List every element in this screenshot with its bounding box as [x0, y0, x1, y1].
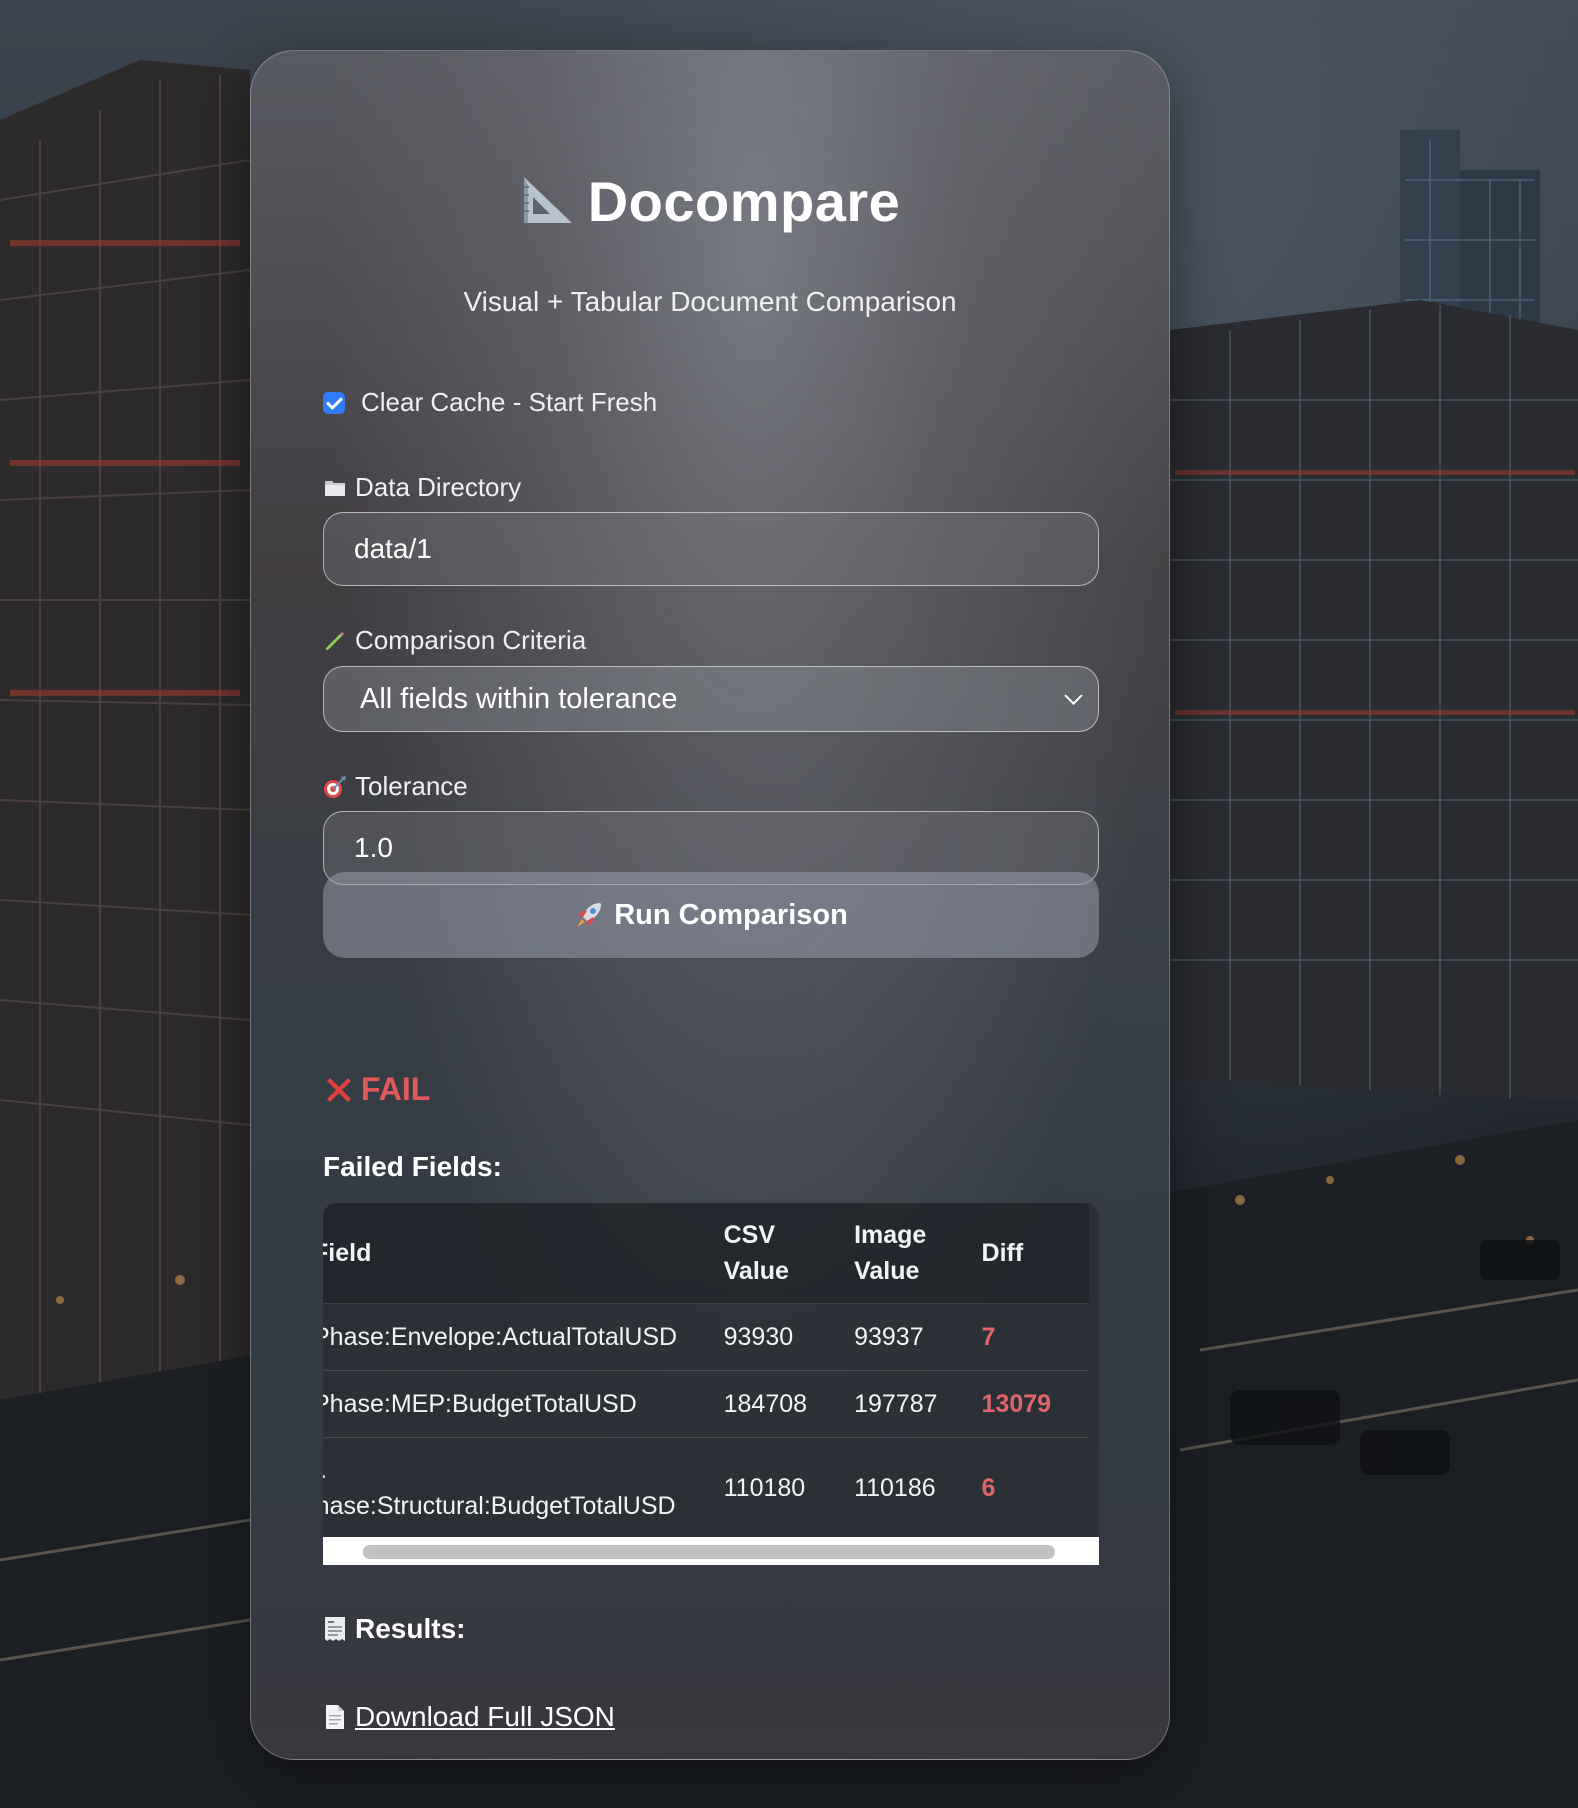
cell-image-value: 110186 [854, 1437, 982, 1537]
comparison-criteria-label: Comparison Criteria [355, 625, 587, 655]
cell-csv-value: 93930 [723, 1303, 855, 1371]
cell-field: Phase:MEP:BudgetTotalUSD [323, 1370, 724, 1438]
failed-fields-table: Field CSV Value Image Value Diff [323, 1203, 1089, 1537]
download-json-link[interactable]: Download Full JSON [355, 1701, 615, 1733]
cell-csv-value: 110180 [723, 1437, 855, 1537]
cell-field: .. Phase:Structural:BudgetTotalUSD [323, 1437, 724, 1537]
cell-field-text: Phase:Structural:BudgetTotalUSD [323, 1492, 676, 1520]
clear-cache-checkbox[interactable] [323, 391, 345, 414]
column-header-diff: Diff [981, 1203, 1089, 1304]
failed-fields-table-container: Field CSV Value Image Value Diff [323, 1203, 1099, 1565]
folder-icon [323, 477, 347, 499]
clear-cache-option[interactable]: Clear Cache - Start Fresh [323, 387, 657, 418]
run-comparison-button[interactable]: Run Comparison [323, 872, 1099, 958]
table-header-row: Field CSV Value Image Value Diff [323, 1203, 1089, 1304]
table-row: Phase:Envelope:ActualTotalUSD 93930 9393… [323, 1303, 1089, 1371]
cell-field-prefix: .. [323, 1456, 327, 1484]
data-directory-value: data/1 [354, 533, 432, 564]
failed-fields-table-viewport[interactable]: Field CSV Value Image Value Diff [323, 1203, 1099, 1537]
target-icon [323, 775, 347, 799]
results-title: Results: [355, 1613, 466, 1644]
comparison-criteria-select[interactable]: All fields within tolerance [323, 666, 1099, 732]
cell-csv-value: 184708 [723, 1370, 855, 1438]
cell-field: Phase:Envelope:ActualTotalUSD [323, 1303, 724, 1371]
cell-diff: 13079 [981, 1370, 1089, 1438]
app-subtitle: Visual + Tabular Document Comparison [463, 286, 957, 317]
tolerance-value: 1.0 [354, 832, 393, 863]
page-icon [323, 1703, 347, 1731]
table-row: Phase:MEP:BudgetTotalUSD 184708 197787 1… [323, 1370, 1089, 1438]
status-text: FAIL [361, 1071, 431, 1107]
table-row: .. Phase:Structural:BudgetTotalUSD 11018… [323, 1437, 1089, 1537]
rocket-icon [574, 900, 604, 930]
pencil-icon [323, 629, 347, 653]
triangular-ruler-icon [520, 173, 576, 240]
app-title: Docompare [587, 170, 901, 233]
cell-image-value: 197787 [854, 1370, 982, 1438]
data-directory-label-row: Data Directory [323, 472, 521, 503]
comparison-status: FAIL [323, 1071, 430, 1108]
comparison-criteria-value: All fields within tolerance [360, 682, 678, 715]
clear-cache-label: Clear Cache - Start Fresh [361, 387, 658, 417]
comparison-panel: Docompare Visual + Tabular Document Comp… [250, 50, 1170, 1760]
column-header-image-value: Image Value [854, 1203, 982, 1304]
table-horizontal-scrollbar[interactable] [323, 1537, 1099, 1565]
receipt-icon [323, 1615, 347, 1643]
download-row: Download Full JSON [323, 1701, 615, 1733]
cell-diff: 6 [981, 1437, 1089, 1537]
results-heading: Results: [323, 1613, 465, 1645]
failed-fields-title: Failed Fields: [323, 1151, 502, 1182]
app-header: Docompare [251, 169, 1169, 240]
cell-image-value: 93937 [854, 1303, 982, 1371]
scrollbar-thumb[interactable] [363, 1545, 1055, 1559]
tolerance-label-row: Tolerance [323, 771, 468, 802]
cross-mark-icon [323, 1074, 355, 1106]
run-comparison-label: Run Comparison [614, 898, 848, 931]
column-header-field: Field [323, 1203, 724, 1304]
comparison-criteria-label-row: Comparison Criteria [323, 625, 586, 656]
data-directory-input[interactable]: data/1 [323, 512, 1099, 586]
data-directory-label: Data Directory [355, 472, 522, 502]
cell-diff: 7 [981, 1303, 1089, 1371]
chevron-down-icon [1064, 686, 1083, 705]
tolerance-label: Tolerance [355, 771, 468, 801]
column-header-csv-value: CSV Value [723, 1203, 855, 1304]
